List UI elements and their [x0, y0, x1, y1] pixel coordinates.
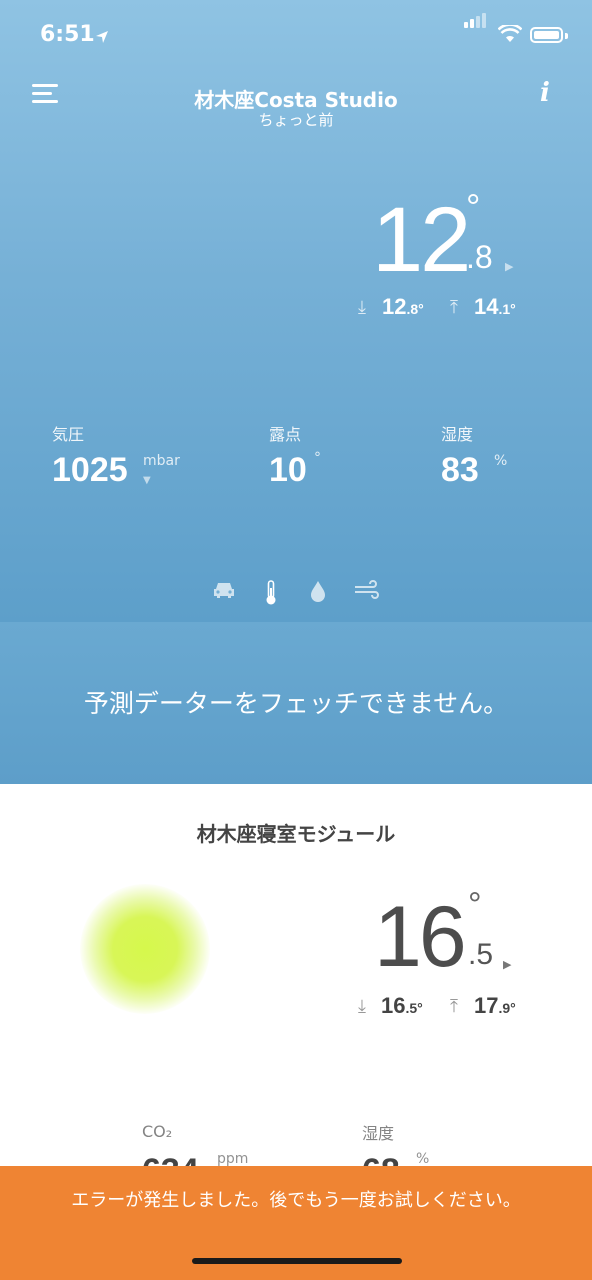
dewpoint-value: 10 — [269, 451, 307, 489]
min-arrow-icon: ⤓ — [358, 297, 366, 318]
module-temp-expand-icon[interactable]: ▶ — [503, 958, 511, 971]
last-update-label: ちょっと前 — [258, 111, 334, 129]
location-arrow-icon — [95, 30, 109, 48]
forecast-error-message: 予測データーをフェッチできません。 — [83, 689, 509, 718]
outdoor-max-degree: ° — [510, 301, 516, 317]
outdoor-min-value: 12 — [382, 294, 407, 319]
humidity-unit: % — [494, 453, 508, 469]
max-arrow-icon: ⤒ — [450, 297, 458, 318]
pressure-unit: mbar — [143, 453, 180, 469]
co2-unit: ppm — [217, 1151, 249, 1167]
module-temp-degree: ° — [468, 886, 482, 924]
outdoor-min-degree: ° — [418, 301, 424, 317]
home-indicator[interactable] — [192, 1258, 402, 1264]
outdoor-temp-degree: ° — [466, 186, 481, 227]
wifi-icon — [497, 23, 523, 49]
outdoor-min-temp: 12.8° — [382, 294, 424, 320]
module-max-value: 17 — [474, 993, 499, 1018]
outdoor-max-value: 14 — [474, 294, 499, 319]
thermometer-icon[interactable] — [264, 580, 278, 610]
module-min-degree: ° — [417, 1000, 423, 1016]
module-min-decimal: .5 — [405, 1000, 418, 1016]
module-humidity-unit: % — [416, 1151, 430, 1167]
pressure-label: 気圧 — [52, 425, 85, 444]
module-max-degree: ° — [510, 1000, 516, 1016]
co2-label: CO₂ — [142, 1122, 173, 1141]
module-min-arrow-icon: ⤓ — [358, 996, 366, 1017]
outdoor-min-decimal: .8 — [406, 301, 419, 317]
dewpoint-label: 露点 — [269, 425, 302, 444]
humidity-value: 83 — [441, 451, 479, 489]
humidity-label: 湿度 — [441, 425, 474, 444]
dewpoint-unit: ° — [314, 450, 321, 466]
pressure-value: 1025 — [52, 451, 128, 489]
module-max-temp: 17.9° — [474, 993, 516, 1019]
status-time: 6:51 — [40, 22, 95, 47]
car-icon[interactable] — [212, 580, 236, 604]
module-title: 材木座寝室モジュール — [196, 822, 396, 846]
error-toast-message: エラーが発生しました。後でもう一度お試しください。 — [71, 1190, 521, 1211]
module-temp-integer: 16 — [374, 889, 467, 985]
module-max-arrow-icon: ⤒ — [450, 996, 458, 1017]
outdoor-temp-decimal: .8 — [466, 239, 493, 275]
wind-icon[interactable] — [354, 580, 380, 604]
battery-icon — [530, 27, 563, 43]
outdoor-temp-integer: 12 — [372, 189, 471, 291]
water-drop-icon[interactable] — [310, 580, 326, 606]
module-max-decimal: .9 — [498, 1000, 511, 1016]
module-min-value: 16 — [381, 993, 406, 1018]
module-min-temp: 16.5° — [381, 993, 423, 1019]
outdoor-max-temp: 14.1° — [474, 294, 516, 320]
info-icon[interactable]: i — [540, 78, 550, 108]
outdoor-panel: 6:51 材木座Costa Studio ちょっと前 i 12 ° .8 ▶ ⤓… — [0, 0, 592, 622]
outdoor-max-decimal: .1 — [498, 301, 511, 317]
air-quality-indicator — [80, 884, 210, 1014]
pressure-trend-icon: ▼ — [143, 475, 151, 486]
forecast-panel: 予測データーをフェッチできません。 — [0, 622, 592, 784]
battery-tip — [565, 33, 568, 39]
module-humidity-label: 湿度 — [362, 1124, 395, 1143]
outdoor-temp-expand-icon[interactable]: ▶ — [505, 260, 513, 273]
status-bar: 6:51 — [0, 0, 592, 74]
module-temp-decimal: .5 — [468, 938, 494, 971]
